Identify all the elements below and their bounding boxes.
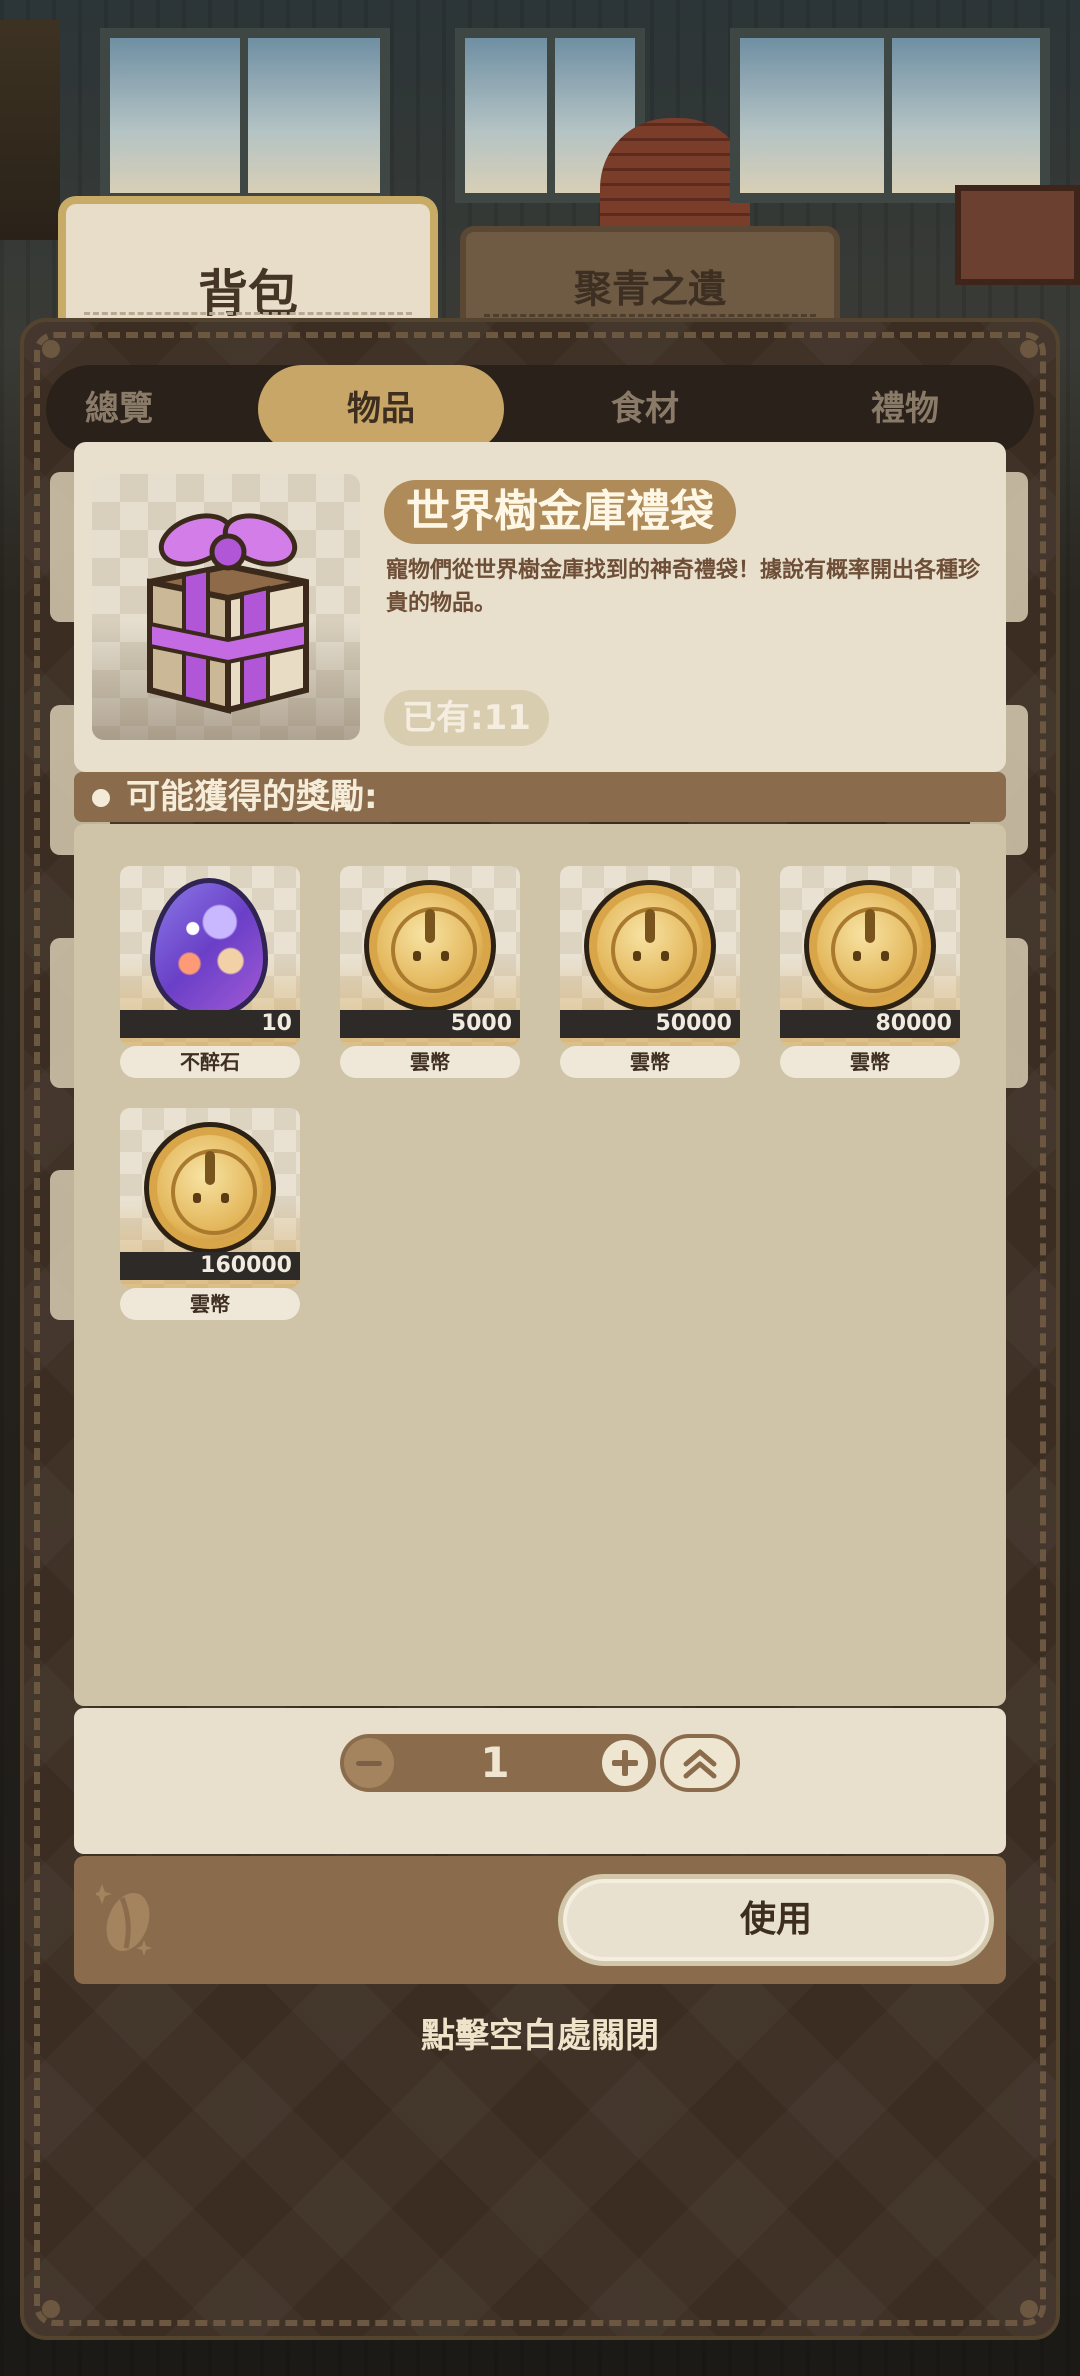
window (100, 28, 390, 203)
reward-amount: 10 (120, 1010, 300, 1038)
double-chevron-up-icon (683, 1749, 717, 1779)
shelf (955, 185, 1080, 285)
wall-decoration (0, 20, 60, 240)
owned-count-badge: 已有:11 (384, 690, 549, 746)
reward-name: 雲幣 (780, 1046, 960, 1078)
coffee-bean-icon (96, 1884, 152, 1956)
use-button[interactable]: 使用 (558, 1874, 994, 1966)
tab-overview[interactable]: 總覽 (46, 365, 192, 453)
reward-item[interactable]: 10 不醉石 (120, 866, 300, 1078)
crystal-egg-icon (150, 878, 268, 1018)
tab-backpack[interactable]: 背包 (58, 196, 438, 336)
reward-item[interactable]: 50000 雲幣 (560, 866, 740, 1078)
tab-items[interactable]: 物品 (258, 365, 504, 453)
decrease-button[interactable] (344, 1738, 394, 1788)
background-card-count: 6 (1009, 1062, 1022, 1086)
reward-name: 不醉石 (120, 1046, 300, 1078)
reward-item[interactable]: 160000 雲幣 (120, 1108, 300, 1320)
tab-ingredients[interactable]: 食材 (570, 365, 720, 453)
reward-amount: 50000 (560, 1010, 740, 1038)
reward-name: 雲幣 (560, 1046, 740, 1078)
max-quantity-button[interactable] (660, 1734, 740, 1792)
reward-item[interactable]: 5000 雲幣 (340, 866, 520, 1078)
reward-amount: 80000 (780, 1010, 960, 1038)
item-detail-card: 世界樹金庫禮袋 寵物們從世界樹金庫找到的神奇禮袋！據說有概率開出各種珍貴的物品。… (74, 442, 1006, 772)
tab-gifts[interactable]: 禮物 (830, 365, 980, 453)
background-card-count: 1 (1009, 596, 1022, 620)
item-description: 寵物們從世界樹金庫找到的神奇禮袋！據說有概率開出各種珍貴的物品。 (386, 558, 981, 616)
reward-name: 雲幣 (340, 1046, 520, 1078)
reward-name: 雲幣 (120, 1288, 300, 1320)
window (730, 28, 1050, 203)
bullet-dot (92, 789, 110, 807)
reward-amount: 160000 (120, 1252, 300, 1280)
rewards-header-label: 可能獲得的獎勵: (126, 777, 378, 817)
increase-button[interactable] (598, 1736, 652, 1790)
panel-corner (1020, 2300, 1038, 2318)
rewards-header: 可能獲得的獎勵: (74, 772, 1006, 822)
rewards-grid: 10 不醉石 5000 雲幣 50000 雲幣 80000 雲幣 160000 … (74, 824, 1006, 1706)
panel-corner (42, 2300, 60, 2318)
quantity-value: 1 (480, 1738, 510, 1787)
coin-icon (804, 880, 936, 1012)
coin-icon (584, 880, 716, 1012)
reward-amount: 5000 (340, 1010, 520, 1038)
reward-item[interactable]: 80000 雲幣 (780, 866, 960, 1078)
background-card-count: 2 (1009, 829, 1022, 853)
item-image-frame (92, 474, 360, 740)
item-title: 世界樹金庫禮袋 (384, 480, 736, 544)
panel-corner (1020, 340, 1038, 358)
coin-icon (364, 880, 496, 1012)
coin-icon (144, 1122, 276, 1254)
close-hint[interactable]: 點擊空白處關閉 (0, 2008, 1080, 2057)
panel-corner (42, 340, 60, 358)
gift-box-icon (147, 513, 309, 714)
